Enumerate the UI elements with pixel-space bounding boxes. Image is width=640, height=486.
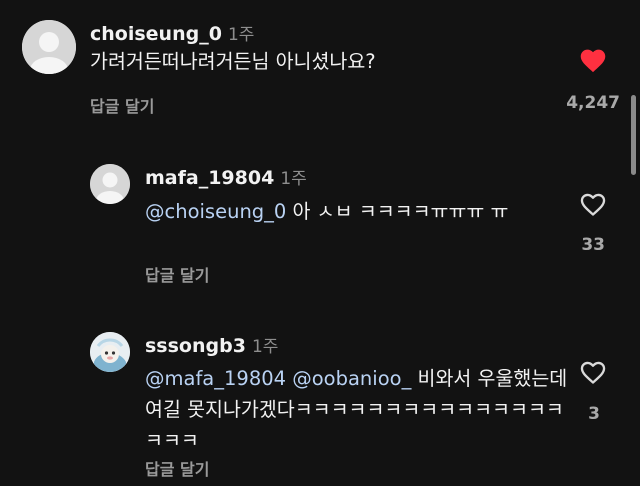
- avatar-placeholder-icon: [90, 164, 130, 204]
- like-button[interactable]: [577, 190, 609, 218]
- heart-outline-icon: [580, 361, 606, 384]
- username-text[interactable]: sssongb3: [145, 335, 246, 357]
- comment-username[interactable]: mafa_19804 1주: [145, 164, 307, 189]
- like-count: 33: [581, 235, 605, 255]
- comment-text: 가려거든떠나려거든님 아니셨나요?: [90, 46, 570, 77]
- reply-button[interactable]: 답글 달기: [145, 456, 209, 480]
- comment-time: 1주: [280, 169, 307, 189]
- comment-3: sssongb3 1주 @mafa_19804 @oobanioo_ 비와서 우울…: [0, 320, 640, 486]
- avatar[interactable]: [90, 332, 130, 372]
- heart-filled-icon: [580, 49, 606, 73]
- reply-button[interactable]: 답글 달기: [90, 93, 154, 117]
- comment-username[interactable]: choiseung_0 1주: [90, 20, 254, 45]
- comment-time: 1주: [251, 337, 279, 357]
- comment-text: @choiseung_0 아 ㅅㅂ ㅋㅋㅋㅋㅠㅠㅠ ㅠ: [145, 196, 565, 227]
- avatar[interactable]: [90, 164, 130, 204]
- avatar[interactable]: [22, 20, 76, 74]
- heart-outline-icon: [580, 193, 606, 216]
- comment-body: 가려거든떠나려거든님 아니셨나요?: [90, 50, 376, 73]
- username-text[interactable]: mafa_19804: [145, 167, 274, 189]
- mention-link[interactable]: @mafa_19804 @oobanioo_: [145, 367, 411, 390]
- like-count: 3: [588, 404, 600, 424]
- like-button[interactable]: [577, 358, 609, 386]
- scrollbar[interactable]: [631, 95, 636, 175]
- like-button[interactable]: [576, 46, 610, 76]
- username-text[interactable]: choiseung_0: [90, 23, 222, 45]
- mention-link[interactable]: @choiseung_0: [145, 200, 286, 223]
- comment-2: mafa_19804 1주 @choiseung_0 아 ㅅㅂ ㅋㅋㅋㅋㅠㅠㅠ ㅠ…: [0, 140, 640, 300]
- reply-button[interactable]: 답글 달기: [145, 262, 209, 286]
- avatar-image: [90, 332, 130, 372]
- comment-username[interactable]: sssongb3 1주: [145, 332, 278, 357]
- like-count: 4,247: [566, 93, 620, 113]
- comment-text: @mafa_19804 @oobanioo_ 비와서 우울했는데 여길 못지나가…: [145, 363, 570, 456]
- comment-body: 아 ㅅㅂ ㅋㅋㅋㅋㅠㅠㅠ ㅠ: [286, 200, 509, 223]
- avatar-placeholder-icon: [22, 20, 76, 74]
- comment-time: 1주: [227, 25, 255, 45]
- comment-1: choiseung_0 1주 가려거든떠나려거든님 아니셨나요? 답글 달기 4,…: [0, 0, 640, 130]
